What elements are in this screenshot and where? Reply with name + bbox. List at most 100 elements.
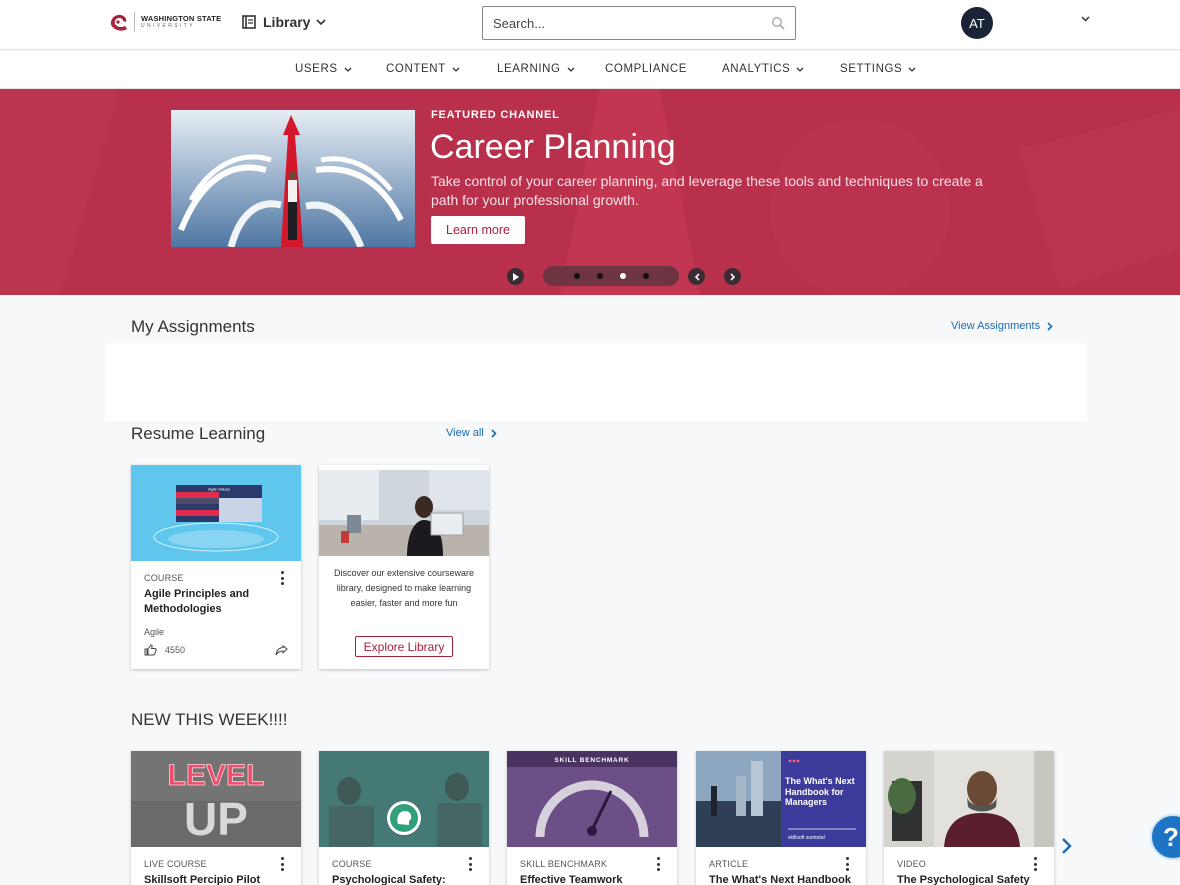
carousel-dot-4[interactable]: [642, 273, 649, 279]
cougar-logo-icon: [110, 14, 127, 31]
nav-settings-label: SETTINGS: [840, 63, 903, 75]
nav-users[interactable]: USERS: [295, 63, 352, 75]
logo-wordmark: WASHINGTON STATE UNIVERSITY: [141, 15, 221, 30]
card-type: VIDEO: [897, 859, 927, 869]
carousel-dot-2[interactable]: [596, 273, 603, 279]
handbook-thumbnail: The What's Next Handbook for Managers sk…: [696, 751, 866, 847]
nav-learning-label: LEARNING: [497, 63, 561, 75]
view-assignments-link[interactable]: View Assignments: [951, 320, 1053, 332]
new-card-5[interactable]: VIDEO The Psychological Safety: [884, 751, 1054, 885]
card-type: LIVE COURSE: [144, 859, 207, 869]
card-more-options[interactable]: [465, 857, 475, 871]
featured-channel-banner: FEATURED CHANNEL Career Planning Take co…: [0, 89, 1180, 295]
card-type: ARTICLE: [709, 859, 749, 869]
card-more-options[interactable]: [842, 857, 852, 871]
chevron-down-icon: [344, 67, 352, 72]
thumb-handbook-title: The What's Next Handbook for Managers: [785, 776, 855, 807]
banner-eyebrow: FEATURED CHANNEL: [431, 109, 560, 121]
thumb-handbook-brands: skillsoft sumtotal: [788, 835, 825, 841]
nav-settings[interactable]: SETTINGS: [840, 63, 916, 75]
search-box: [482, 6, 796, 40]
new-card-1[interactable]: LEVEL UP LIVE COURSE Skillsoft Percipio …: [131, 751, 301, 885]
thumb-benchmark-banner: SKILL BENCHMARK: [554, 757, 629, 764]
learn-more-button[interactable]: Learn more: [431, 216, 525, 244]
carousel-play-button[interactable]: [507, 268, 524, 285]
chevron-right-icon: [729, 272, 735, 281]
card-title[interactable]: The Psychological Safety: [897, 873, 1047, 885]
card-more-options[interactable]: [653, 857, 663, 871]
library-book-icon: [242, 15, 256, 29]
library-menu[interactable]: Library: [242, 14, 327, 30]
new-card-3[interactable]: SKILL BENCHMARK SKILL BENCHMARK Effectiv…: [507, 751, 677, 885]
carousel-dot-3[interactable]: [619, 273, 626, 279]
career-planning-image: [171, 110, 415, 247]
thumbs-up-icon[interactable]: [144, 644, 157, 656]
card-title[interactable]: The What's Next Handbook: [709, 873, 859, 885]
assignments-panel: [105, 343, 1087, 421]
resume-view-all-link[interactable]: View all: [446, 427, 497, 439]
nav-content-label: CONTENT: [386, 63, 446, 75]
explore-library-card: Discover our extensive courseware librar…: [319, 465, 489, 669]
card-tag: Agile: [144, 627, 165, 637]
share-icon[interactable]: [275, 645, 288, 656]
course-thumbnail: Agile Values: [131, 465, 301, 561]
chevron-down-icon: [797, 67, 804, 72]
benchmark-thumbnail: SKILL BENCHMARK: [507, 751, 677, 847]
my-assignments-heading: My Assignments: [131, 317, 255, 336]
nav-analytics[interactable]: ANALYTICS: [722, 63, 804, 75]
user-menu-chevron-icon[interactable]: [1081, 16, 1090, 22]
card-title[interactable]: Psychological Safety:: [332, 873, 482, 885]
chevron-down-icon: [316, 18, 327, 25]
video-thumbnail: [884, 751, 1054, 847]
user-avatar[interactable]: AT: [961, 7, 993, 39]
help-button[interactable]: ?: [1150, 814, 1180, 860]
university-logo[interactable]: WASHINGTON STATE UNIVERSITY: [108, 11, 221, 33]
user-name-area[interactable]: [998, 13, 1078, 31]
explore-thumbnail: [319, 465, 489, 561]
card-title[interactable]: Effective Teamwork: [520, 873, 670, 885]
card-type: COURSE: [144, 573, 184, 583]
search-icon[interactable]: [771, 16, 785, 30]
banner-title: Career Planning: [430, 128, 676, 166]
carousel-scroll-right-icon[interactable]: [1060, 836, 1074, 856]
chevron-left-icon: [694, 272, 700, 281]
view-all-label: View all: [446, 427, 484, 439]
play-icon: [513, 272, 519, 281]
card-title[interactable]: Agile Principles and Methodologies: [144, 587, 284, 617]
level-up-thumbnail: LEVEL UP: [131, 751, 301, 847]
carousel-dot-1[interactable]: [573, 273, 580, 279]
card-more-options[interactable]: [277, 571, 287, 585]
banner-description: Take control of your career planning, an…: [431, 173, 983, 208]
card-type: SKILL BENCHMARK: [520, 859, 608, 869]
chevron-right-icon: [1047, 321, 1053, 331]
psych-safety-thumbnail: [319, 751, 489, 847]
nav-analytics-label: ANALYTICS: [722, 63, 791, 75]
new-this-week-heading: NEW THIS WEEK!!!!: [131, 710, 288, 729]
logo-line-2: UNIVERSITY: [141, 23, 196, 30]
top-bar: WASHINGTON STATE UNIVERSITY Library AT: [0, 0, 1180, 50]
new-card-4[interactable]: The What's Next Handbook for Managers sk…: [696, 751, 866, 885]
carousel-next-button[interactable]: [724, 268, 741, 285]
nav-content[interactable]: CONTENT: [386, 63, 460, 75]
chevron-right-icon: [491, 428, 497, 438]
nav-compliance[interactable]: COMPLIANCE: [605, 63, 687, 75]
chevron-down-icon: [452, 67, 460, 72]
carousel-prev-button[interactable]: [688, 268, 705, 285]
new-card-2[interactable]: COURSE Psychological Safety:: [319, 751, 489, 885]
main-nav: USERS CONTENT LEARNING COMPLIANCE ANALYT…: [0, 51, 1180, 89]
chevron-down-icon: [567, 67, 575, 72]
course-card-agile[interactable]: Agile Values COURSE Agile Principles and…: [131, 465, 301, 669]
library-label: Library: [263, 14, 311, 30]
card-title[interactable]: Skillsoft Percipio Pilot Group: [144, 873, 294, 885]
thumb-level: LEVEL: [168, 759, 265, 792]
logo-divider: [134, 12, 135, 32]
nav-compliance-label: COMPLIANCE: [605, 63, 688, 75]
chevron-down-icon: [908, 67, 916, 72]
explore-library-button[interactable]: Explore Library: [355, 636, 453, 657]
card-more-options[interactable]: [1030, 857, 1040, 871]
card-more-options[interactable]: [277, 857, 287, 871]
search-input[interactable]: [483, 7, 753, 39]
explore-description: Discover our extensive courseware librar…: [333, 568, 475, 608]
card-type: COURSE: [332, 859, 372, 869]
nav-learning[interactable]: LEARNING: [497, 63, 575, 75]
